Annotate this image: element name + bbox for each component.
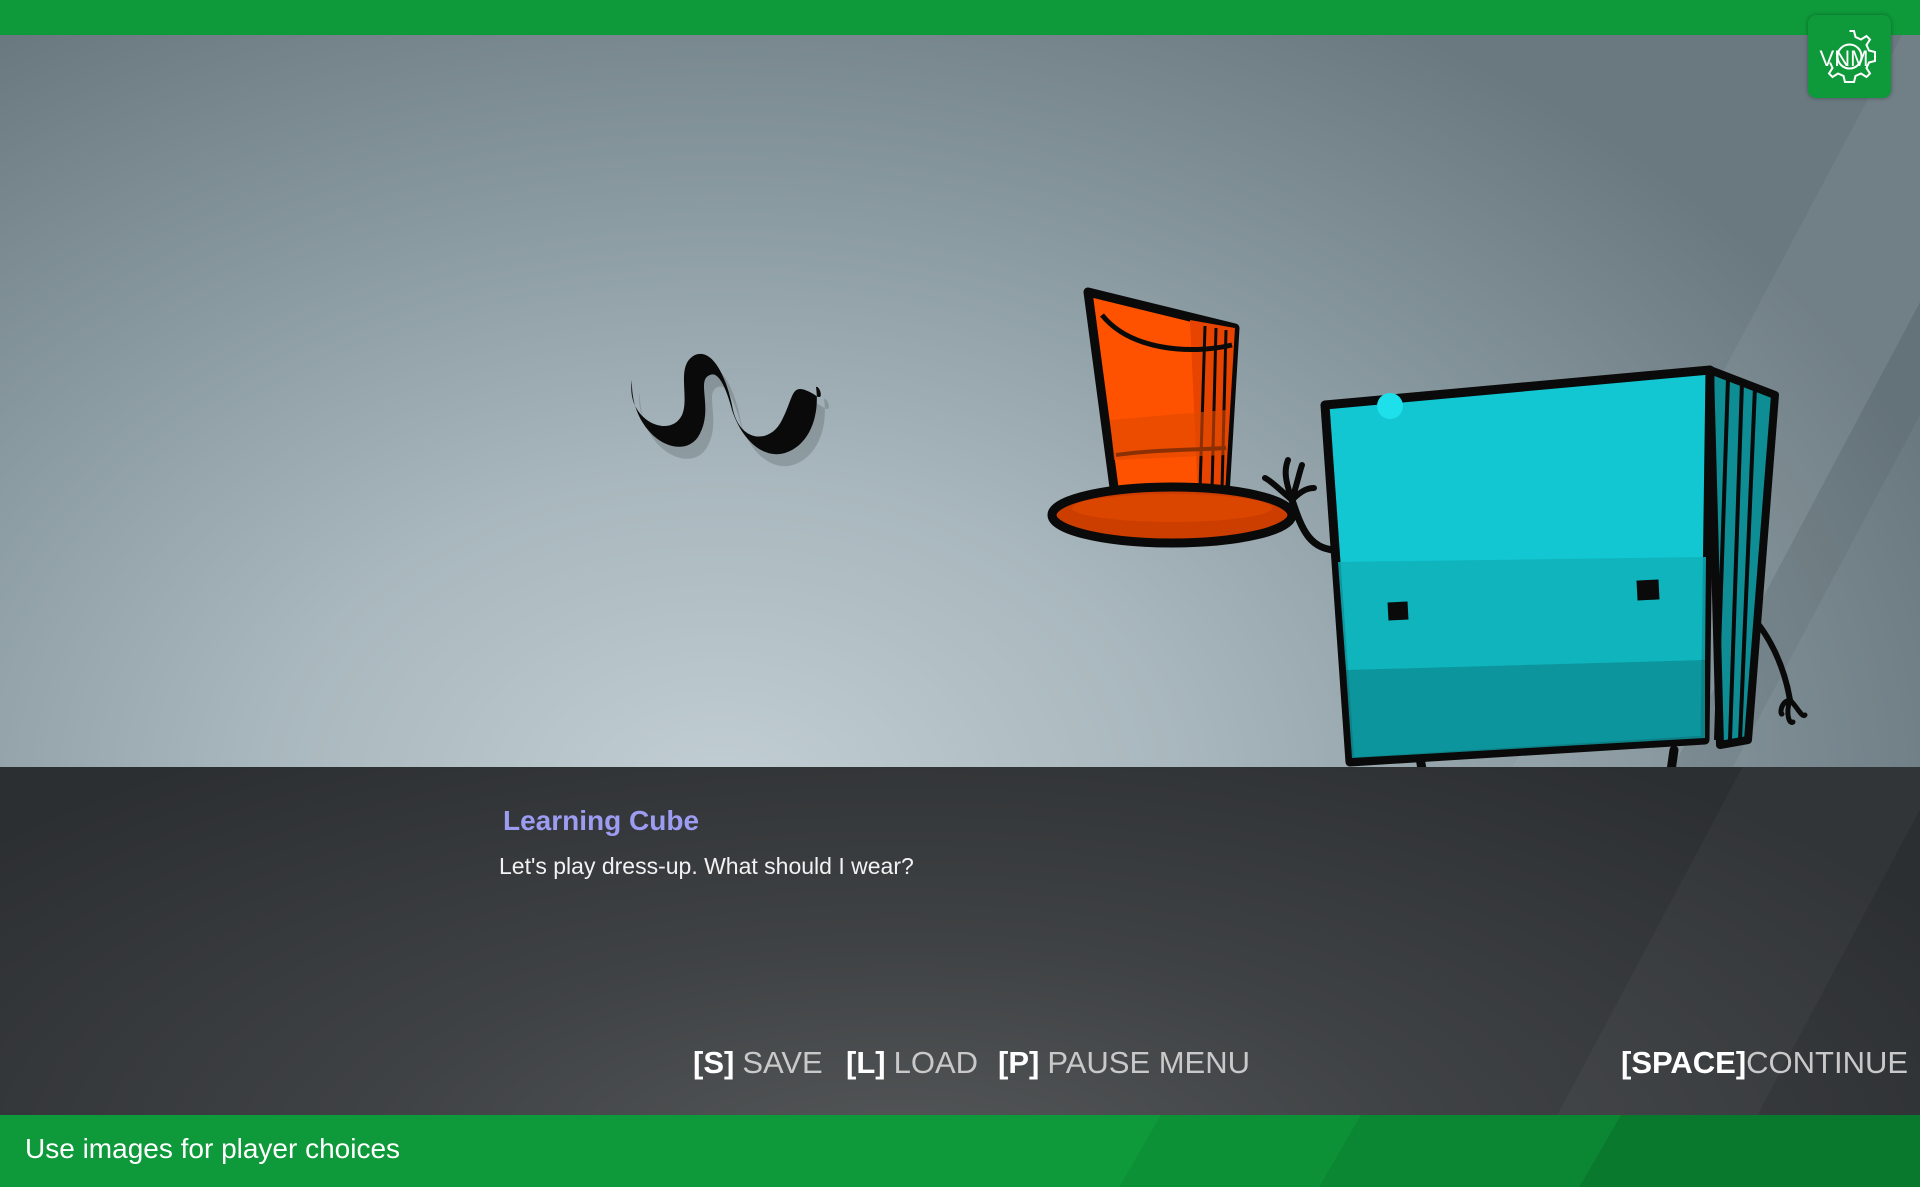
mustache-choice[interactable] <box>620 325 830 475</box>
bottom-bar: Use images for player choices <box>0 1115 1920 1187</box>
vnm-menu-button[interactable]: VNM <box>1808 15 1891 98</box>
gear-icon: VNM <box>1820 30 1876 83</box>
load-button[interactable]: [L] LOAD <box>846 1045 978 1081</box>
scene-caption: Use images for player choices <box>25 1133 401 1164</box>
speaker-name: Learning Cube <box>503 805 700 836</box>
load-label: LOAD <box>893 1045 979 1080</box>
vnm-logo-text: VNM <box>1820 46 1869 71</box>
load-key: [L] <box>846 1045 886 1080</box>
continue-key: [SPACE] <box>1621 1045 1747 1080</box>
continue-button[interactable]: [SPACE]CONTINUE <box>1621 1045 1908 1081</box>
dialog-box: Learning Cube Let's play dress-up. What … <box>0 767 1920 1115</box>
save-key: [S] <box>693 1045 735 1080</box>
pause-key: [P] <box>998 1045 1040 1080</box>
pause-label: PAUSE MENU <box>1047 1045 1251 1080</box>
pause-menu-button[interactable]: [P] PAUSE MENU <box>998 1045 1250 1081</box>
continue-label: CONTINUE <box>1746 1045 1909 1080</box>
learning-cube-character <box>1262 365 1808 767</box>
save-label: SAVE <box>742 1045 823 1080</box>
game-scene <box>0 35 1920 767</box>
top-bar <box>0 0 1920 35</box>
dialog-text: Let's play dress-up. What should I wear? <box>499 853 914 879</box>
save-button[interactable]: [S] SAVE <box>693 1045 823 1081</box>
